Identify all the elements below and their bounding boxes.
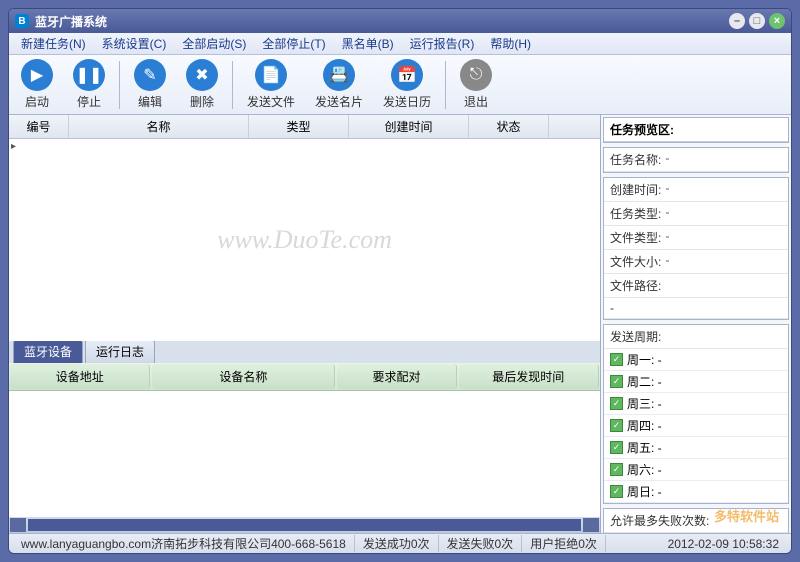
scroll-track[interactable] (28, 519, 581, 531)
stop-button[interactable]: ❚❚ 停止 (67, 57, 111, 112)
col-type[interactable]: 类型 (249, 115, 349, 138)
left-pane: 编号 名称 类型 创建时间 状态 ▸ www.DuoTe.com 蓝牙设备 运行… (9, 115, 601, 533)
send-file-button[interactable]: 📄 发送文件 (241, 57, 301, 112)
task-table-body[interactable]: ▸ www.DuoTe.com (9, 139, 600, 341)
horizontal-scrollbar[interactable] (9, 517, 600, 533)
maximize-button[interactable]: □ (749, 13, 765, 29)
field-task-name: 任务名称: - (604, 148, 788, 172)
field-file-type: 文件类型:- (604, 226, 788, 250)
card-icon: 📇 (323, 59, 355, 91)
delete-button[interactable]: ✖ 删除 (180, 57, 224, 112)
preview-fields-2: 创建时间:- 任务类型:- 文件类型:- 文件大小:- 文件路径: - (603, 177, 789, 320)
delete-icon: ✖ (186, 59, 218, 91)
checkbox-icon[interactable]: ✓ (610, 441, 623, 454)
scroll-left-icon[interactable] (10, 518, 26, 532)
file-icon: 📄 (255, 59, 287, 91)
schedule-title: 发送周期: (604, 325, 788, 349)
status-url: www.lanyaguangbo.com济南拓步科技有限公司400-668-56… (13, 535, 355, 552)
menubar: 新建任务(N) 系统设置(C) 全部启动(S) 全部停止(T) 黑名单(B) 运… (9, 33, 791, 55)
col-dev-name[interactable]: 设备名称 (152, 364, 335, 389)
checkbox-icon[interactable]: ✓ (610, 397, 623, 410)
exit-icon: ⎋ (460, 59, 492, 91)
edit-button[interactable]: ✎ 编辑 (128, 57, 172, 112)
menu-stop-all[interactable]: 全部停止(T) (254, 33, 333, 54)
status-time: 2012-02-09 10:58:32 (660, 537, 787, 551)
window-title: 蓝牙广播系统 (35, 13, 107, 30)
close-button[interactable]: × (769, 13, 785, 29)
bluetooth-icon: B (15, 14, 29, 28)
app-window: B 蓝牙广播系统 – □ × 新建任务(N) 系统设置(C) 全部启动(S) 全… (8, 8, 792, 554)
separator (445, 61, 446, 109)
minimize-button[interactable]: – (729, 13, 745, 29)
checkbox-icon[interactable]: ✓ (610, 463, 623, 476)
checkbox-icon[interactable]: ✓ (610, 375, 623, 388)
menu-settings[interactable]: 系统设置(C) (94, 33, 175, 54)
preview-pane: 任务预览区: 任务名称: - 创建时间:- 任务类型:- 文件类型:- 文件大小… (601, 115, 791, 533)
calendar-icon: 📅 (391, 59, 423, 91)
start-button[interactable]: ▶ 启动 (15, 57, 59, 112)
scroll-right-icon[interactable] (583, 518, 599, 532)
field-file-path-2: - (604, 298, 788, 319)
col-id[interactable]: 编号 (9, 115, 69, 138)
col-ctime[interactable]: 创建时间 (349, 115, 469, 138)
day-sun: ✓周日: - (604, 481, 788, 503)
preview-title: 任务预览区: (604, 118, 788, 142)
day-mon: ✓周一: - (604, 349, 788, 371)
menu-report[interactable]: 运行报告(R) (402, 33, 483, 54)
field-file-path: 文件路径: (604, 274, 788, 298)
row-cursor-icon: ▸ (11, 141, 16, 152)
col-status[interactable]: 状态 (469, 115, 549, 138)
preview-fields: 任务名称: - (603, 147, 789, 173)
content: 编号 名称 类型 创建时间 状态 ▸ www.DuoTe.com 蓝牙设备 运行… (9, 115, 791, 533)
pencil-icon: ✎ (134, 59, 166, 91)
window-controls: – □ × (729, 13, 785, 29)
bottom-tabs: 蓝牙设备 运行日志 (9, 341, 600, 363)
day-fri: ✓周五: - (604, 437, 788, 459)
day-tue: ✓周二: - (604, 371, 788, 393)
tab-log[interactable]: 运行日志 (85, 339, 155, 363)
send-card-button[interactable]: 📇 发送名片 (309, 57, 369, 112)
col-dev-addr[interactable]: 设备地址 (10, 364, 150, 389)
pause-icon: ❚❚ (73, 59, 105, 91)
col-dev-lastseen[interactable]: 最后发现时间 (459, 364, 599, 389)
status-reject: 用户拒绝0次 (522, 535, 606, 552)
toolbar: ▶ 启动 ❚❚ 停止 ✎ 编辑 ✖ 删除 📄 发送文件 (9, 55, 791, 115)
device-table-header: 设备地址 设备名称 要求配对 最后发现时间 (9, 363, 600, 391)
field-file-size: 文件大小:- (604, 250, 788, 274)
status-success: 发送成功0次 (355, 535, 439, 552)
play-icon: ▶ (21, 59, 53, 91)
task-table[interactable]: 编号 名称 类型 创建时间 状态 ▸ www.DuoTe.com (9, 115, 600, 341)
titlebar: B 蓝牙广播系统 – □ × (9, 9, 791, 33)
col-name[interactable]: 名称 (69, 115, 249, 138)
menu-new-task[interactable]: 新建任务(N) (13, 33, 94, 54)
menu-start-all[interactable]: 全部启动(S) (174, 33, 254, 54)
task-table-header: 编号 名称 类型 创建时间 状态 (9, 115, 600, 139)
checkbox-icon[interactable]: ✓ (610, 419, 623, 432)
separator (119, 61, 120, 109)
schedule-panel: 发送周期: ✓周一: - ✓周二: - ✓周三: - ✓周四: - ✓周五: -… (603, 324, 789, 504)
preview-panel: 任务预览区: (603, 117, 789, 143)
col-dev-pair[interactable]: 要求配对 (337, 364, 456, 389)
max-fail-label: 允许最多失败次数: (604, 509, 788, 533)
status-fail: 发送失败0次 (439, 535, 523, 552)
device-table[interactable]: 设备地址 设备名称 要求配对 最后发现时间 (9, 363, 600, 533)
field-create-time: 创建时间:- (604, 178, 788, 202)
menu-help[interactable]: 帮助(H) (482, 33, 539, 54)
max-fail-panel: 允许最多失败次数: (603, 508, 789, 533)
tab-devices[interactable]: 蓝牙设备 (13, 339, 83, 363)
field-task-type: 任务类型:- (604, 202, 788, 226)
separator (232, 61, 233, 109)
day-sat: ✓周六: - (604, 459, 788, 481)
device-table-body[interactable] (9, 391, 600, 517)
exit-button[interactable]: ⎋ 退出 (454, 57, 498, 112)
checkbox-icon[interactable]: ✓ (610, 485, 623, 498)
day-wed: ✓周三: - (604, 393, 788, 415)
watermark: www.DuoTe.com (217, 225, 392, 255)
menu-blacklist[interactable]: 黑名单(B) (334, 33, 402, 54)
statusbar: www.lanyaguangbo.com济南拓步科技有限公司400-668-56… (9, 533, 791, 553)
day-thu: ✓周四: - (604, 415, 788, 437)
send-calendar-button[interactable]: 📅 发送日历 (377, 57, 437, 112)
checkbox-icon[interactable]: ✓ (610, 353, 623, 366)
